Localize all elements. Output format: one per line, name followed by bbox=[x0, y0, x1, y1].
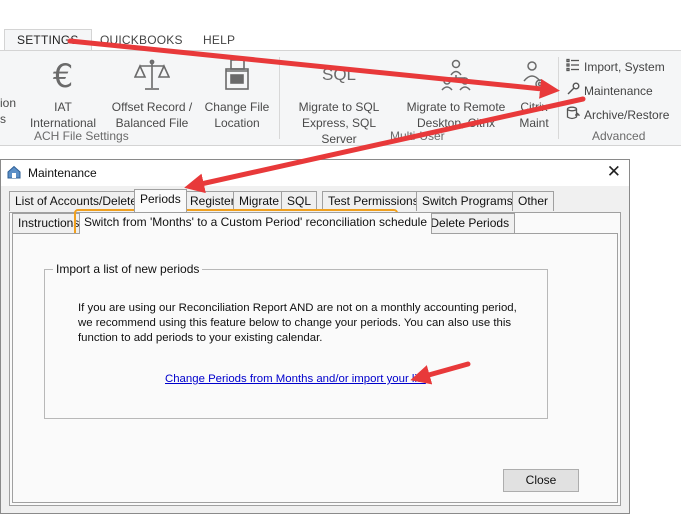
offset-record-button[interactable]: Offset Record / Balanced File bbox=[106, 57, 198, 131]
iat-international-button[interactable]: € IAT International bbox=[26, 57, 100, 131]
archive-icon bbox=[566, 106, 584, 126]
change-file-line1: Change File bbox=[204, 100, 270, 114]
euro-icon: € bbox=[26, 57, 100, 95]
ribbon-tab-help[interactable]: HELP bbox=[203, 30, 235, 50]
sql-icon: SQL bbox=[321, 65, 357, 84]
switch-periods-panel: Import a list of new periods If you are … bbox=[12, 233, 618, 503]
svg-text:€: € bbox=[53, 57, 73, 93]
maintenance-label: Maintenance bbox=[584, 84, 653, 98]
import-system-label: Import, System bbox=[584, 60, 665, 74]
citrix-line1: Citrix bbox=[520, 100, 548, 114]
wrench-icon bbox=[566, 82, 584, 102]
change-file-location-button[interactable]: Change File Location bbox=[200, 57, 274, 131]
groupbox-title: Import a list of new periods bbox=[53, 262, 203, 276]
migrate-to-sql-button[interactable]: SQL Migrate to SQL Express, SQL Server bbox=[284, 57, 394, 147]
citrix-line2: Maint bbox=[519, 116, 549, 130]
ribbon-tab-strip: SETTINGS QUICKBOOKS HELP bbox=[0, 0, 681, 51]
ribbon-body: ion s € IAT International Offset Record … bbox=[0, 50, 681, 146]
users-network-icon bbox=[402, 57, 510, 93]
iat-line1: IAT bbox=[54, 100, 72, 114]
dialog-titlebar: Maintenance ✕ bbox=[1, 160, 629, 186]
migrate-remote-line1: Migrate to Remote bbox=[406, 100, 506, 114]
group-label-ach: ACH File Settings bbox=[34, 129, 129, 143]
dialog-title: Maintenance bbox=[28, 166, 97, 180]
import-periods-groupbox: Import a list of new periods If you are … bbox=[44, 262, 548, 419]
periods-panel: Instructions Switch from 'Months' to a C… bbox=[9, 209, 621, 506]
tab-other[interactable]: Other bbox=[512, 191, 555, 211]
migrate-sql-line1: Migrate to SQL bbox=[298, 100, 380, 114]
tab-test-permissions[interactable]: Test Permissions bbox=[322, 191, 425, 211]
user-gear-icon bbox=[514, 57, 554, 93]
ribbon-button-partial-line2: s bbox=[0, 112, 6, 126]
tab-switch-programs[interactable]: Switch Programs bbox=[416, 191, 519, 211]
group-separator bbox=[558, 57, 559, 139]
change-file-line2: Location bbox=[214, 116, 260, 130]
change-periods-link[interactable]: Change Periods from Months and/or import… bbox=[165, 373, 426, 385]
description-text: If you are using our Reconciliation Repo… bbox=[78, 302, 517, 344]
tab-migrate[interactable]: Migrate bbox=[233, 191, 286, 211]
citrix-maint-button[interactable]: Citrix Maint bbox=[514, 57, 554, 131]
ribbon-tab-settings[interactable]: SETTINGS bbox=[4, 29, 92, 51]
group-label-multi-user: Multi-User bbox=[390, 129, 445, 143]
balance-scale-icon bbox=[106, 57, 198, 93]
file-cabinet-icon bbox=[200, 57, 274, 93]
archive-restore-button[interactable]: Archive/Restore bbox=[566, 105, 669, 125]
tab-sql[interactable]: SQL bbox=[281, 191, 318, 211]
group-separator bbox=[279, 57, 280, 139]
maintenance-dialog: Maintenance ✕ List of Accounts/Delete Pe… bbox=[0, 159, 630, 514]
import-system-button[interactable]: Import, System bbox=[566, 57, 665, 77]
maintenance-button[interactable]: Maintenance bbox=[566, 81, 653, 101]
ribbon-button-partial-line1: ion bbox=[0, 96, 17, 110]
subtab-switch-periods[interactable]: Switch from 'Months' to a Custom Period'… bbox=[79, 212, 433, 234]
tab-periods[interactable]: Periods bbox=[134, 189, 187, 212]
ribbon-button-partial[interactable]: ion s bbox=[0, 95, 18, 127]
migrate-to-remote-button[interactable]: Migrate to Remote Desktop, Citrix bbox=[402, 57, 510, 131]
list-icon bbox=[566, 58, 584, 78]
house-icon bbox=[7, 165, 21, 182]
close-button[interactable]: Close bbox=[503, 469, 579, 492]
offset-line1: Offset Record / bbox=[111, 100, 193, 114]
migrate-sql-line2: Express, SQL Server bbox=[301, 116, 377, 146]
group-label-advanced: Advanced bbox=[592, 129, 646, 143]
ribbon-tab-quickbooks[interactable]: QUICKBOOKS bbox=[100, 30, 183, 50]
archive-restore-label: Archive/Restore bbox=[584, 108, 670, 122]
tab-list-of-accounts[interactable]: List of Accounts/Delete bbox=[9, 191, 144, 211]
close-icon[interactable]: ✕ bbox=[607, 162, 621, 182]
